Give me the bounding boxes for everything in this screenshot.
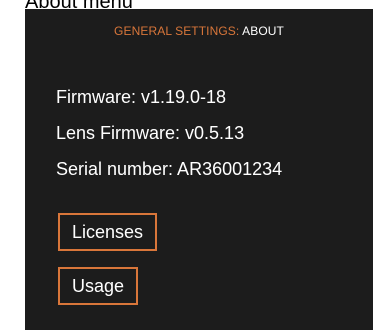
licenses-button[interactable]: Licenses	[58, 213, 158, 251]
firmware-version: Firmware: v1.19.0-18	[56, 87, 227, 107]
about-settings-panel: GENERAL SETTINGS: ABOUT Firmware: v1.19.…	[25, 9, 373, 330]
usage-button[interactable]: Usage	[58, 267, 139, 305]
serial-number: Serial number: AR36001234	[56, 159, 283, 179]
menu-header: GENERAL SETTINGS: ABOUT	[25, 24, 373, 38]
header-section-label: GENERAL SETTINGS:	[114, 24, 240, 38]
header-current-page: ABOUT	[242, 24, 284, 38]
lens-firmware-version: Lens Firmware: v0.5.13	[56, 123, 245, 143]
